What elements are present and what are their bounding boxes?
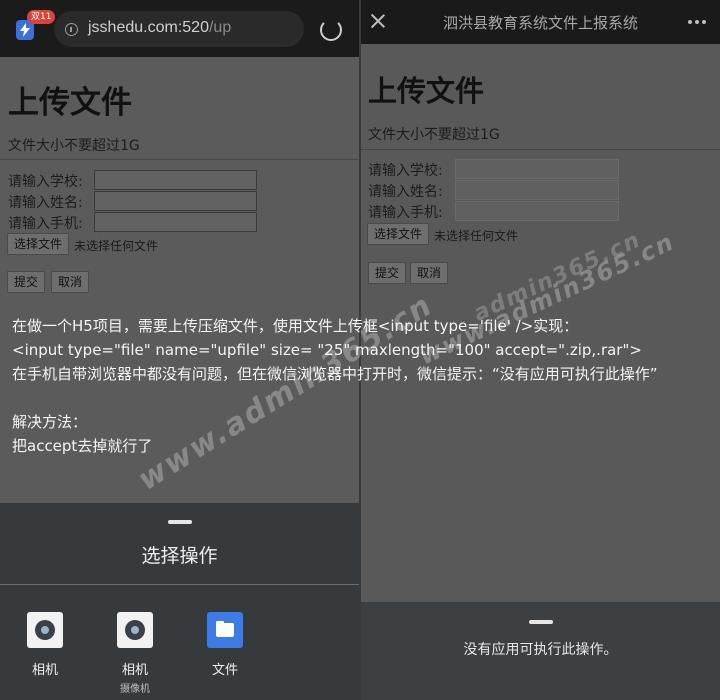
wechat-title-bar: 泗洪县教育系统文件上报系统 bbox=[361, 0, 720, 44]
cancel-button[interactable]: 取消 bbox=[51, 271, 90, 293]
screenshot: 双11 jsshedu.com:520/up 上传文件 文件大小不要超过1G 请… bbox=[0, 0, 720, 700]
article-line: 在手机自带浏览器中都没有问题，但在微信浏览器中打开时，微信提示：“没有应用可执行… bbox=[12, 365, 658, 383]
url-text: jsshedu.com:520/up bbox=[88, 19, 232, 36]
divider-line bbox=[361, 149, 720, 150]
page-title: 泗洪县教育系统文件上报系统 bbox=[442, 14, 638, 32]
cancel-button[interactable]: 取消 bbox=[410, 262, 449, 284]
option-camcorder[interactable]: 相机 摄像机 bbox=[105, 612, 165, 695]
sheet-divider bbox=[0, 584, 359, 585]
submit-button[interactable]: 提交 bbox=[7, 271, 46, 293]
sheet-handle[interactable] bbox=[168, 520, 192, 524]
article-line: 把accept去掉就行了 bbox=[12, 437, 153, 455]
lightning-icon bbox=[20, 23, 30, 37]
school-label: 请输入学校: bbox=[8, 174, 83, 190]
browser-address-bar: 双11 jsshedu.com:520/up bbox=[0, 0, 359, 57]
option-camera[interactable]: 相机 bbox=[15, 612, 75, 678]
name-label: 请输入姓名: bbox=[368, 184, 443, 200]
folder-icon bbox=[207, 612, 243, 648]
phone-input[interactable] bbox=[94, 212, 257, 232]
choose-file-button[interactable]: 选择文件 bbox=[7, 233, 70, 255]
size-hint: 文件大小不要超过1G bbox=[8, 138, 140, 154]
page-title: 上传文件 bbox=[8, 85, 132, 121]
no-file-text: 未选择任何文件 bbox=[434, 229, 519, 243]
name-input[interactable] bbox=[455, 180, 619, 200]
reload-icon[interactable] bbox=[320, 19, 342, 41]
sheet-title: 选择操作 bbox=[141, 545, 218, 567]
promo-badge: 双11 bbox=[27, 10, 56, 24]
article-line: 解决方法： bbox=[12, 413, 88, 431]
more-icon[interactable] bbox=[688, 20, 706, 24]
option-sublabel: 摄像机 bbox=[120, 684, 150, 695]
choose-action-sheet: 选择操作 相机 相机 摄像机 文件 bbox=[0, 503, 359, 700]
submit-button[interactable]: 提交 bbox=[368, 262, 407, 284]
phone-label: 请输入手机: bbox=[368, 205, 443, 221]
no-app-dialog: 没有应用可执行此操作。 bbox=[361, 602, 720, 700]
option-label: 相机 bbox=[121, 663, 148, 678]
school-input[interactable] bbox=[94, 170, 257, 190]
close-icon[interactable] bbox=[369, 12, 387, 30]
page-heading: 上传文件 bbox=[368, 74, 485, 108]
option-label: 相机 bbox=[31, 663, 58, 678]
phone-input[interactable] bbox=[455, 201, 619, 221]
no-app-message: 没有应用可执行此操作。 bbox=[463, 642, 618, 658]
school-input[interactable] bbox=[455, 159, 619, 179]
sheet-handle[interactable] bbox=[529, 620, 553, 624]
school-label: 请输入学校: bbox=[368, 163, 443, 179]
option-label: 文件 bbox=[211, 663, 238, 678]
name-input[interactable] bbox=[94, 191, 257, 211]
choose-file-button[interactable]: 选择文件 bbox=[367, 223, 430, 245]
info-icon[interactable] bbox=[65, 23, 78, 36]
divider-line bbox=[0, 159, 359, 160]
url-input[interactable]: jsshedu.com:520/up bbox=[54, 11, 304, 47]
option-files[interactable]: 文件 bbox=[195, 612, 255, 678]
camera-icon bbox=[27, 612, 63, 648]
size-hint: 文件大小不要超过1G bbox=[368, 127, 500, 143]
name-label: 请输入姓名: bbox=[8, 195, 83, 211]
phone-label: 请输入手机: bbox=[8, 216, 83, 232]
no-file-text: 未选择任何文件 bbox=[74, 239, 159, 253]
camera-icon bbox=[117, 612, 153, 648]
